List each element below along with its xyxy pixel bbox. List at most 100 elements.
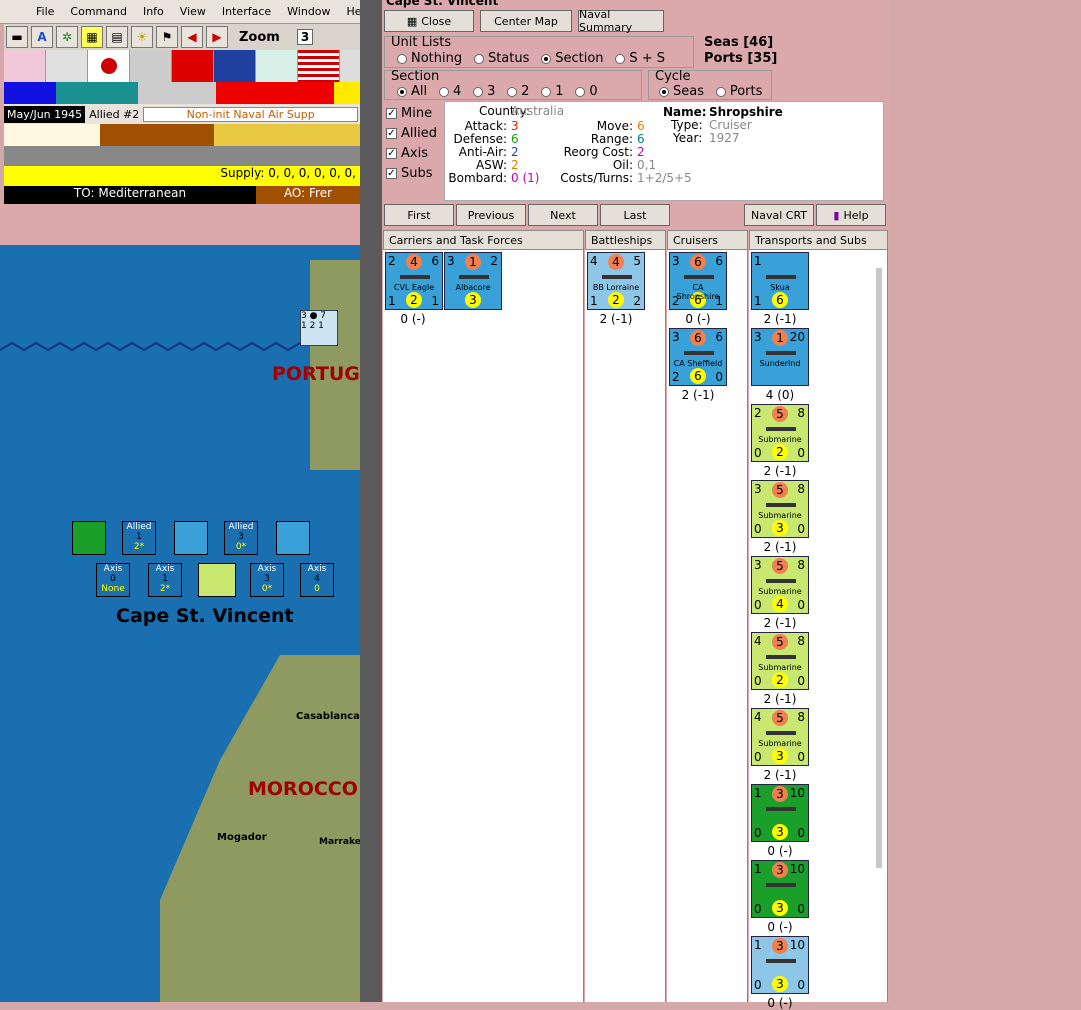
unit-counter[interactable]: 4 4 5 1 2 2 BB Lorraine bbox=[587, 252, 645, 310]
letter-a-icon[interactable]: A bbox=[31, 26, 53, 48]
unit-counter[interactable]: 4 5 8 0 3 0 Submarine bbox=[751, 708, 809, 766]
counter-tc: 3 bbox=[772, 938, 788, 954]
radio-1[interactable]: 1 bbox=[541, 84, 564, 99]
menu-file[interactable]: File bbox=[28, 5, 62, 18]
unit-counter[interactable]: 1 3 10 0 3 0 bbox=[751, 784, 809, 842]
counter-tc bbox=[772, 254, 788, 270]
box-side: Axis bbox=[155, 564, 175, 574]
unit-counter[interactable]: 3 6 6 2 6 0 CA Sheffield bbox=[669, 328, 727, 386]
help-button[interactable]: ▮ Help bbox=[816, 204, 886, 226]
radio-status[interactable]: Status bbox=[473, 51, 529, 66]
last-button[interactable]: Last bbox=[600, 204, 670, 226]
radio-all[interactable]: All bbox=[397, 84, 427, 99]
radio-section[interactable]: Section bbox=[541, 51, 604, 66]
radio-4[interactable]: 4 bbox=[438, 84, 461, 99]
grid-icon[interactable]: ▦ bbox=[81, 26, 103, 48]
radio-seas[interactable]: Seas bbox=[659, 84, 704, 99]
map-stack-sunderland[interactable] bbox=[276, 521, 310, 555]
train-icon[interactable]: ▬ bbox=[6, 26, 28, 48]
map-box-allied-1[interactable]: Allied 1 2* bbox=[122, 521, 156, 555]
map-box-axis-4[interactable]: Axis 4 0 bbox=[300, 563, 334, 597]
arrow-left-icon[interactable]: ◀ bbox=[181, 26, 203, 48]
naval-summary-button[interactable]: Naval Summary bbox=[578, 8, 664, 34]
map-unit-counter[interactable]: 3 ● 71 2 1 bbox=[300, 310, 338, 346]
flag-icon[interactable]: ⚑ bbox=[156, 26, 178, 48]
first-button[interactable]: First bbox=[384, 204, 454, 226]
menu-interface[interactable]: Interface bbox=[214, 5, 279, 18]
checkbox-mine[interactable]: ✓ Mine bbox=[386, 103, 437, 123]
toolbar: ▬ A ✲ ▦ ▤ ☀ ⚑ ◀ ▶ Zoom 3 bbox=[4, 24, 360, 50]
ship-icon bbox=[766, 731, 796, 735]
radio-nothing[interactable]: Nothing bbox=[397, 51, 462, 66]
menu-info[interactable]: Info bbox=[135, 5, 172, 18]
unit-counter[interactable]: 1 3 10 0 3 0 bbox=[751, 860, 809, 918]
costs-value: 1+2/5+5 bbox=[637, 171, 692, 185]
counter-tl: 3 bbox=[754, 482, 762, 496]
unit-counter[interactable]: 1 1 6 Skua bbox=[751, 252, 809, 310]
naval-crt-button[interactable]: Naval CRT bbox=[744, 204, 814, 226]
close-button[interactable]: ▦ Close bbox=[384, 10, 474, 32]
flag-icon[interactable] bbox=[46, 50, 88, 82]
unit-counter[interactable]: 3 1 20 Sunderlnd bbox=[751, 328, 809, 386]
cycle-group: Cycle Seas Ports bbox=[648, 69, 772, 100]
map-box-axis-3[interactable]: Axis 3 0* bbox=[250, 563, 284, 597]
map-box-axis-0[interactable]: Axis 0 None bbox=[96, 563, 130, 597]
checkbox-allied[interactable]: ✓ Allied bbox=[386, 123, 437, 143]
counter-stat: 2 (-1) bbox=[763, 312, 797, 326]
game-map[interactable]: 3 ● 71 2 1 PORTUG MOROCCO Cape St. Vince… bbox=[0, 245, 360, 1002]
radio-2[interactable]: 2 bbox=[507, 84, 529, 99]
unit-counter[interactable]: 4 5 8 0 2 0 Submarine bbox=[751, 632, 809, 690]
unit-counter[interactable]: 1 3 10 0 3 0 bbox=[751, 936, 809, 994]
zoom-value[interactable]: 3 bbox=[296, 29, 314, 45]
next-button[interactable]: Next bbox=[528, 204, 598, 226]
center-map-button[interactable]: Center Map bbox=[480, 10, 572, 32]
window-divider-scrollbar[interactable] bbox=[360, 0, 382, 1002]
unit-counter[interactable]: 3 5 8 0 4 0 Submarine bbox=[751, 556, 809, 614]
map-stack-green[interactable] bbox=[72, 521, 106, 555]
flag-icon[interactable] bbox=[4, 50, 46, 82]
arrow-right-icon[interactable]: ▶ bbox=[206, 26, 228, 48]
map-stack-submarine[interactable] bbox=[198, 563, 236, 597]
date-label: May/Jun 1945 bbox=[4, 105, 86, 123]
counter-stat: 0 (-) bbox=[767, 996, 793, 1010]
radio-0[interactable]: 0 bbox=[575, 84, 598, 99]
column-cruisers[interactable]: Cruisers bbox=[667, 230, 748, 250]
counter-stat: 0 (-) bbox=[400, 312, 426, 326]
grid-alt-icon[interactable]: ▤ bbox=[106, 26, 128, 48]
map-box-allied-3[interactable]: Allied 3 0* bbox=[224, 521, 258, 555]
us-flag-icon[interactable] bbox=[298, 50, 340, 82]
radio-s-plus-s[interactable]: S + S bbox=[615, 51, 665, 66]
column-carriers[interactable]: Carriers and Task Forces bbox=[383, 230, 584, 250]
previous-button[interactable]: Previous bbox=[456, 204, 526, 226]
menu-window[interactable]: Window bbox=[279, 5, 338, 18]
counter-name: Submarine bbox=[758, 511, 802, 520]
unit-counter[interactable]: 3 5 8 0 3 0 Submarine bbox=[751, 480, 809, 538]
list-scrollbar[interactable] bbox=[876, 268, 882, 868]
checkbox-axis[interactable]: ✓ Axis bbox=[386, 143, 437, 163]
unit-counter[interactable]: 2 4 6 1 2 1 CVL Eagle bbox=[385, 252, 443, 310]
taiwan-flag-icon[interactable] bbox=[172, 50, 214, 82]
uk-flag-icon[interactable] bbox=[214, 50, 256, 82]
radio-3[interactable]: 3 bbox=[473, 84, 495, 99]
sun-icon[interactable]: ☀ bbox=[131, 26, 153, 48]
unit-counter[interactable]: 2 5 8 0 2 0 Submarine bbox=[751, 404, 809, 462]
menu-view[interactable]: View bbox=[172, 5, 214, 18]
box-value: None bbox=[101, 584, 125, 594]
defense-value: 6 bbox=[511, 132, 519, 146]
column-transports[interactable]: Transports and Subs bbox=[749, 230, 888, 250]
map-stack-skua[interactable] bbox=[174, 521, 208, 555]
map-box-axis-1[interactable]: Axis 1 2* bbox=[148, 563, 182, 597]
menu-command[interactable]: Command bbox=[62, 5, 135, 18]
checkbox-subs[interactable]: ✓ Subs bbox=[386, 163, 437, 183]
counter-tr: 10 bbox=[789, 938, 805, 952]
column-battleships[interactable]: Battleships bbox=[585, 230, 666, 250]
unit-counter[interactable]: 3 6 6 2 6 1 CA Shropshire bbox=[669, 252, 727, 310]
japan-flag-icon[interactable] bbox=[88, 50, 130, 82]
unit-counter[interactable]: 3 1 2 3 Albacore bbox=[444, 252, 502, 310]
asw-value: 2 bbox=[511, 158, 519, 172]
gear-icon[interactable]: ✲ bbox=[56, 26, 78, 48]
flag-icon[interactable] bbox=[130, 50, 172, 82]
radio-ports[interactable]: Ports bbox=[715, 84, 762, 99]
counter-tr: 8 bbox=[797, 482, 805, 496]
flag-icon[interactable] bbox=[256, 50, 298, 82]
